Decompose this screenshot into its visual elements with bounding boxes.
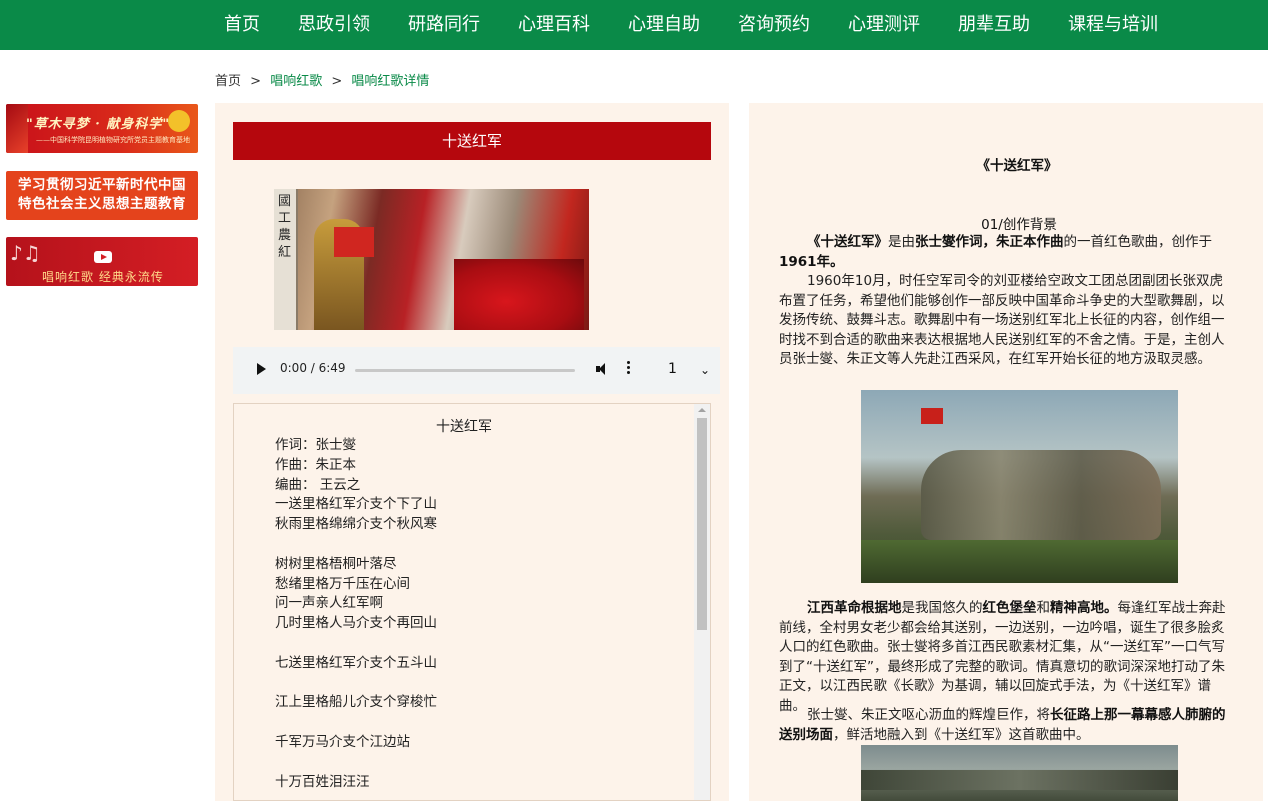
chevron-down-icon[interactable]: ⌄ (700, 363, 710, 377)
nav-list: 首页 思政引领 研路同行 心理百科 心理自助 咨询预约 心理测评 朋辈互助 课程… (205, 0, 1177, 50)
highlight-text: 1961年。 (779, 253, 844, 270)
lyric-line: 树树里格梧桐叶落尽 (275, 555, 397, 572)
song-title: 十送红军 (233, 122, 711, 160)
paragraph-text: 的一首红色歌曲，创作于 (1063, 234, 1213, 250)
article-photo-red-army (861, 390, 1178, 583)
nav-item-courses[interactable]: 课程与培训 (1049, 0, 1177, 50)
banner-line: 特色社会主义思想主题教育 (18, 196, 186, 212)
lyrics-scrollbar[interactable] (694, 404, 710, 800)
nav-item-peer-support[interactable]: 朋辈互助 (939, 0, 1049, 50)
player-time: 0:00 / 6:49 (280, 361, 346, 375)
party-emblem-icon (168, 110, 190, 132)
scroll-up-icon[interactable] (698, 408, 706, 412)
paragraph-text: 张士燮、朱正文呕心沥血的辉煌巨作，将 (807, 707, 1050, 723)
lyric-line: 编曲： 王云之 (275, 476, 361, 493)
song-cover-image: 國工農紅 (274, 189, 589, 330)
banner-text: 学习贯彻习近平新时代中国 特色社会主义思想主题教育 (6, 176, 198, 214)
photo-soldiers (921, 450, 1161, 540)
highlight-text: 红色堡垒 (982, 600, 1037, 616)
audio-player: 0:00 / 6:49 1 ⌄ (233, 347, 720, 394)
lyric-line: 问一声亲人红军啊 (275, 595, 383, 612)
lyrics-lines: 作词：张士燮 作曲：朱正本 编曲： 王云之 一送里格红军介支个下了山 秋雨里格绵… (275, 436, 437, 792)
banner-subtitle: ——中国科学院昆明植物研究所党员主题教育基地 (36, 136, 190, 144)
lyrics-title: 十送红军 (436, 419, 492, 435)
highlight-text: 张士燮作词，朱正本作曲 (915, 234, 1064, 250)
article-section-title: 01/创作背景 (981, 217, 1057, 233)
nav-item-home[interactable]: 首页 (205, 0, 279, 50)
song-panel: 十送红军 國工農紅 0:00 / 6:49 1 ⌄ 十送红军 作词：张士燮 作曲… (215, 103, 729, 801)
breadcrumb-separator: > (331, 74, 343, 89)
lyric-line: 作词：张士燮 (275, 437, 356, 453)
cover-red-cloth (454, 259, 584, 330)
banner-text: 唱响红歌 经典永流传 (42, 270, 164, 284)
article-panel: 《十送红军》 01/创作背景 《十送红军》是由张士燮作词，朱正本作曲的一首红色歌… (749, 103, 1263, 801)
paragraph-text: 是我国悠久的 (901, 600, 983, 616)
breadcrumb-current[interactable]: 唱响红歌详情 (351, 74, 429, 89)
breadcrumb-home[interactable]: 首页 (215, 74, 241, 89)
highlight-text: 精神高地。 (1050, 600, 1118, 616)
music-notes-icon: ♪♫ (10, 241, 41, 265)
cover-flag (334, 227, 374, 257)
paragraph-text: 和 (1036, 600, 1051, 616)
article-paragraph: 张士燮、朱正文呕心沥血的辉煌巨作，将长征路上那一幕幕感人肺腑的送别场面，鲜活地融… (779, 706, 1229, 745)
article-paragraph: 《十送红军》是由张士燮作词，朱正本作曲的一首红色歌曲，创作于 1961年。 (779, 233, 1229, 272)
play-icon[interactable] (257, 363, 266, 375)
lyric-line (275, 713, 437, 733)
nav-item-ideology[interactable]: 思政引领 (279, 0, 389, 50)
breadcrumb-separator: > (250, 74, 262, 89)
photo-grassland (861, 540, 1178, 583)
banner-line: 学习贯彻习近平新时代中国 (18, 177, 186, 193)
lyric-line: 七送里格红军介支个五斗山 (275, 654, 437, 671)
banner-red-songs[interactable]: ♪♫ 唱响红歌 经典永流传 (6, 237, 198, 286)
lyric-line: 一送里格红军介支个下了山 (275, 496, 437, 513)
video-play-icon (94, 251, 112, 263)
breadcrumb-red-songs[interactable]: 唱响红歌 (270, 74, 322, 89)
lyric-line: 作曲：朱正本 (275, 456, 356, 473)
lyric-line (275, 753, 437, 773)
playback-speed-select[interactable]: 1 (668, 361, 677, 377)
article-title: 《十送红军》 (976, 158, 1058, 174)
highlight-text: 《十送红军》 (807, 234, 888, 250)
lyric-line (275, 634, 437, 654)
nav-item-consultation[interactable]: 咨询预约 (719, 0, 829, 50)
article-paragraph: 1960年10月，时任空军司令的刘亚楼给空政文工团总团副团长张双虎布置了任务，希… (779, 273, 1225, 367)
nav-item-encyclopedia[interactable]: 心理百科 (499, 0, 609, 50)
cover-sign: 國工農紅 (274, 189, 298, 330)
lyric-line (275, 674, 437, 694)
lyric-line: 愁绪里格万千压在心间 (275, 575, 410, 592)
cover-sign-text: 國工農紅 (278, 194, 292, 260)
progress-bar[interactable] (355, 369, 575, 372)
photo-river (861, 770, 1178, 790)
paragraph-text: ，鲜活地融入到《十送红军》这首歌曲中。 (833, 726, 1090, 743)
paragraph-text: 是由 (888, 234, 915, 250)
scrollbar-thumb[interactable] (697, 418, 707, 630)
article-paragraph: 江西革命根据地是我国悠久的红色堡垒和精神高地。每逢红军战士奔赴前线，全村男女老少… (779, 599, 1229, 716)
nav-item-self-help[interactable]: 心理自助 (609, 0, 719, 50)
lyrics-box[interactable]: 十送红军 作词：张士燮 作曲：朱正本 编曲： 王云之 一送里格红军介支个下了山 … (233, 403, 711, 801)
lyric-line: 十万百姓泪汪汪 (275, 773, 370, 790)
lyric-line: 江上里格船儿介支个穿梭忙 (275, 694, 437, 711)
paragraph-text: 每逢红军战士奔赴前线，全村男女老少都会给其送别，一边送别，一边吟唱，诞生了很多脍… (779, 600, 1226, 714)
volume-icon[interactable] (595, 361, 611, 377)
top-nav: 首页 思政引领 研路同行 心理百科 心理自助 咨询预约 心理测评 朋辈互助 课程… (0, 0, 1268, 50)
article-photo-river-crossing (861, 745, 1178, 801)
banner-science-dream[interactable]: "草木寻梦 · 献身科学" ——中国科学院昆明植物研究所党员主题教育基地 (6, 104, 198, 153)
lyric-line: 千军万马介支个江边站 (275, 733, 410, 750)
lyric-line (275, 535, 437, 555)
lyric-line: 几时里格人马介支个再回山 (275, 615, 437, 632)
nav-item-research[interactable]: 研路同行 (389, 0, 499, 50)
photo-red-flag (921, 408, 943, 424)
nav-item-assessment[interactable]: 心理测评 (829, 0, 939, 50)
lyric-line: 秋雨里格绵绵介支个秋风寒 (275, 516, 437, 533)
breadcrumb: 首页 > 唱响红歌 > 唱响红歌详情 (215, 70, 429, 89)
banner-title: "草木寻梦 · 献身科学" (26, 117, 171, 132)
banner-flag-graphic (6, 104, 28, 153)
banner-theme-education[interactable]: 学习贯彻习近平新时代中国 特色社会主义思想主题教育 (6, 171, 198, 220)
more-options-icon[interactable] (627, 360, 631, 378)
highlight-text: 江西革命根据地 (807, 600, 902, 616)
